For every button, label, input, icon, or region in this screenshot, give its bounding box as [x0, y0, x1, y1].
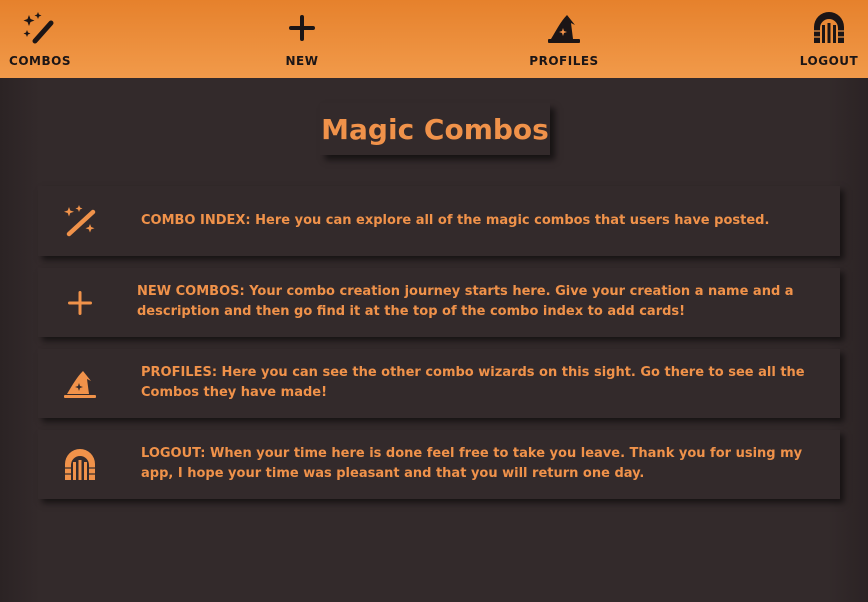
card-text-combo-index: COMBO INDEX: Here you can explore all of…: [141, 213, 770, 228]
card-text-profiles: PROFILES: Here you can see the other com…: [141, 365, 805, 400]
nav-label-logout: LOGOUT: [799, 54, 859, 68]
card-logout: LOGOUT: When your time here is done feel…: [38, 430, 840, 499]
nav-item-logout[interactable]: LOGOUT: [798, 0, 860, 78]
page-title-box: Magic Combos: [320, 103, 550, 155]
nav-label-new: NEW: [285, 54, 319, 68]
nav-label-profiles: PROFILES: [529, 54, 599, 68]
plus-icon: [284, 10, 320, 46]
dungeon-door-icon: [811, 10, 847, 46]
top-nav-bar: COMBOS NEW PROFILES LOGOUT: [0, 0, 868, 78]
card-combo-index: COMBO INDEX: Here you can explore all of…: [38, 186, 840, 256]
magic-wand-icon: [62, 203, 98, 239]
card-text-new-combos: NEW COMBOS: Your combo creation journey …: [137, 284, 794, 319]
card-profiles: PROFILES: Here you can see the other com…: [38, 349, 840, 418]
nav-item-combos[interactable]: COMBOS: [9, 0, 71, 78]
nav-label-combos: COMBOS: [9, 54, 71, 68]
page-title: Magic Combos: [321, 112, 549, 146]
nav-item-new[interactable]: NEW: [272, 0, 332, 78]
nav-item-profiles[interactable]: PROFILES: [526, 0, 602, 78]
dungeon-door-icon: [62, 447, 98, 483]
card-new-combos: NEW COMBOS: Your combo creation journey …: [38, 268, 840, 337]
plus-icon: [62, 285, 98, 321]
card-text-logout: LOGOUT: When your time here is done feel…: [141, 446, 803, 481]
wizard-hat-icon: [62, 366, 98, 402]
wizard-hat-icon: [546, 10, 582, 46]
magic-wand-icon: [22, 10, 58, 46]
